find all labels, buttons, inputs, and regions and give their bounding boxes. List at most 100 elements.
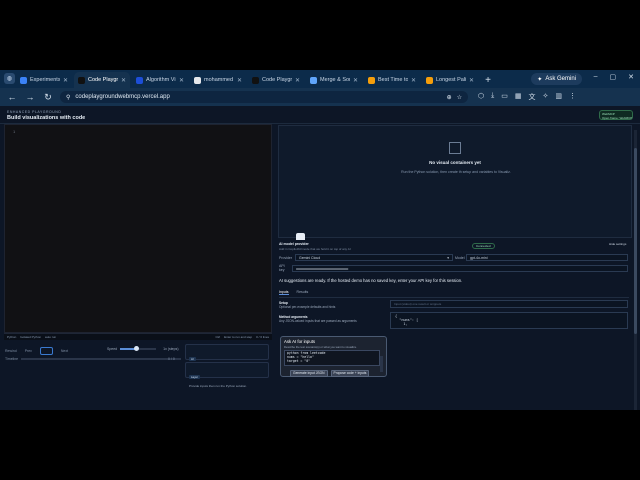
browser-tab[interactable]: mohammed ✕ xyxy=(190,72,246,88)
gemini-icon: ✦ xyxy=(537,76,543,83)
timeline-slider[interactable] xyxy=(21,358,181,360)
close-tab-icon[interactable]: ✕ xyxy=(63,77,68,84)
close-tab-icon[interactable]: ✕ xyxy=(411,77,416,84)
download-icon[interactable]: ⤓ xyxy=(491,92,494,102)
method-section: Method arguments Any JSON-valued inputs … xyxy=(279,315,357,323)
site-info-icon[interactable]: ⚲ xyxy=(66,94,70,101)
empty-state-subtitle: Run the Python solution, then create th … xyxy=(401,170,511,174)
popup-prompt-input[interactable]: python from leetcode nums = "hello" targ… xyxy=(284,350,380,366)
next-button[interactable]: Next xyxy=(61,349,68,353)
close-tab-icon[interactable]: ✕ xyxy=(295,77,300,84)
cast-icon[interactable]: ▭ xyxy=(501,92,508,102)
tab-title: Algorithm Vi xyxy=(146,77,176,83)
propose-code-button[interactable]: Propose code + inputs xyxy=(330,370,370,377)
tab-title: Code Playgr xyxy=(262,77,292,83)
tab-title: Merge & Sort xyxy=(320,77,350,83)
bookmark-star-icon[interactable]: ☆ xyxy=(457,94,462,101)
speed-slider-knob[interactable] xyxy=(134,346,140,351)
tab-title: Longest Pali xyxy=(436,77,466,83)
favicon-icon xyxy=(426,76,433,84)
model-label: Model xyxy=(455,256,465,260)
close-tab-icon[interactable]: ✕ xyxy=(179,77,184,84)
close-tab-icon[interactable]: ✕ xyxy=(353,77,358,84)
speed-slider[interactable] xyxy=(120,346,157,351)
tab-title: Best Time to xyxy=(378,77,408,83)
io-tabs: Inputs Results xyxy=(279,290,308,295)
minimize-icon[interactable]: – xyxy=(594,73,598,81)
speed-control: Speed 1x (steps) xyxy=(107,346,179,351)
popup-scrollbar[interactable] xyxy=(380,356,383,372)
reload-icon[interactable]: ↻ xyxy=(42,91,54,103)
back-icon[interactable]: ← xyxy=(6,91,18,103)
close-tab-icon[interactable]: ✕ xyxy=(121,77,126,84)
tab-results[interactable]: Results xyxy=(297,290,309,295)
connected-badge: Connected xyxy=(472,243,495,249)
stdin-input[interactable]: Input (stdout) one result or snippets xyxy=(390,300,628,308)
menu-icon[interactable]: ⋮ xyxy=(569,92,576,102)
status-autorun: auto run xyxy=(45,335,57,339)
close-tab-icon[interactable]: ✕ xyxy=(237,77,242,84)
extension-icon[interactable]: ⬡ xyxy=(478,92,484,102)
page-eyebrow: ENHANCED PLAYGROUND xyxy=(7,110,62,114)
hide-settings-button[interactable]: Hide settings xyxy=(609,242,626,246)
page-scrollbar[interactable] xyxy=(634,130,637,410)
browser-tab[interactable]: Algorithm Vi ✕ xyxy=(132,72,188,88)
ask-gemini-button[interactable]: ✦ Ask Gemini xyxy=(531,73,582,85)
browser-tab[interactable]: Code Playgr ✕ xyxy=(248,72,304,88)
tab-inputs[interactable]: Inputs xyxy=(279,290,289,295)
empty-state-icon xyxy=(449,142,461,154)
prev-button[interactable]: Prev xyxy=(25,349,32,353)
rewind-button[interactable]: Rewind xyxy=(5,349,17,353)
webmcp-badge[interactable]: WebMCP Open frame: WebMCP xyxy=(599,110,633,120)
qr-icon[interactable]: ▦ xyxy=(515,92,522,102)
browser-tab[interactable]: Experiments ✕ xyxy=(16,72,72,88)
url-input[interactable]: ⚲ codeplaygroundwebmcp.vercel.app ⊕ ☆ xyxy=(60,91,468,103)
forward-icon[interactable]: → xyxy=(24,91,36,103)
close-tab-icon[interactable]: ✕ xyxy=(469,77,474,84)
line-number: 1 xyxy=(13,129,16,134)
tab-title: mohammed xyxy=(204,77,234,83)
tab-title: Experiments xyxy=(30,77,60,83)
api-key-input[interactable]: ••••••••••••••••••••••••••••••••••••••••… xyxy=(292,265,628,272)
speed-value: 1x (steps) xyxy=(163,347,179,351)
card-tag: AI xyxy=(189,357,196,361)
new-tab-button[interactable]: + xyxy=(481,73,495,87)
close-window-icon[interactable]: ✕ xyxy=(628,73,634,81)
person-icon[interactable]: ◍ xyxy=(4,73,15,84)
args-json-editor[interactable]: { "nums": [ 1, xyxy=(390,312,628,329)
provider-select[interactable]: Gemini Cloud ▾ xyxy=(295,254,453,261)
window-controls: – ▢ ✕ xyxy=(594,73,634,81)
ai-ready-note: AI suggestions are ready. If the hosted … xyxy=(279,278,463,283)
translate-icon[interactable]: 文 xyxy=(528,92,535,102)
page-content: ENHANCED PLAYGROUND Build visualizations… xyxy=(0,106,640,410)
empty-state-title: No visual containers yet xyxy=(429,160,481,165)
status-hint: Enter to run and step xyxy=(224,335,253,339)
tab-title: Code Playgr xyxy=(88,77,118,83)
model-input[interactable]: gpt-4o-mini xyxy=(466,254,628,261)
favicon-icon xyxy=(368,76,375,84)
generate-json-button[interactable]: Generate input JSON xyxy=(290,370,328,377)
extension-toolbar: ⬡ ⤓ ▭ ▦ 文 ✧ ▥ ⋮ xyxy=(478,92,576,102)
browser-tab[interactable]: Best Time to ✕ xyxy=(364,72,420,88)
play-button[interactable] xyxy=(39,347,53,355)
scrollbar-thumb[interactable] xyxy=(634,148,637,334)
sidebar-icon[interactable]: ▥ xyxy=(555,92,562,102)
tab-list: Experiments ✕ Code Playgr ✕ Algorithm Vi ✕ moh… xyxy=(14,72,478,88)
maximize-icon[interactable]: ▢ xyxy=(610,73,617,81)
zoom-icon[interactable]: ⊕ xyxy=(447,94,452,101)
robot-icon xyxy=(296,233,305,240)
ai-provider-title: AI model provider xyxy=(279,242,309,246)
visualization-panel: No visual containers yet Run the Python … xyxy=(278,125,632,238)
timeline-count: 0 / 0 xyxy=(168,357,175,361)
popup-title: Ask AI for inputs xyxy=(284,339,316,344)
provider-label: Provider xyxy=(279,256,293,260)
browser-tab[interactable]: Longest Pali ✕ xyxy=(422,72,478,88)
browser-tab[interactable]: Code Playgr ✕ xyxy=(74,72,130,88)
browser-tab[interactable]: Merge & Sort ✕ xyxy=(306,72,362,88)
puzzle-icon[interactable]: ✧ xyxy=(542,92,548,102)
ask-ai-popup: Ask AI for inputs Describe the test scen… xyxy=(280,336,387,377)
favicon-icon xyxy=(20,76,27,84)
status-language: Python xyxy=(7,335,17,339)
code-editor[interactable]: 1 xyxy=(4,124,272,333)
status-key: Ctrl xyxy=(215,335,221,339)
